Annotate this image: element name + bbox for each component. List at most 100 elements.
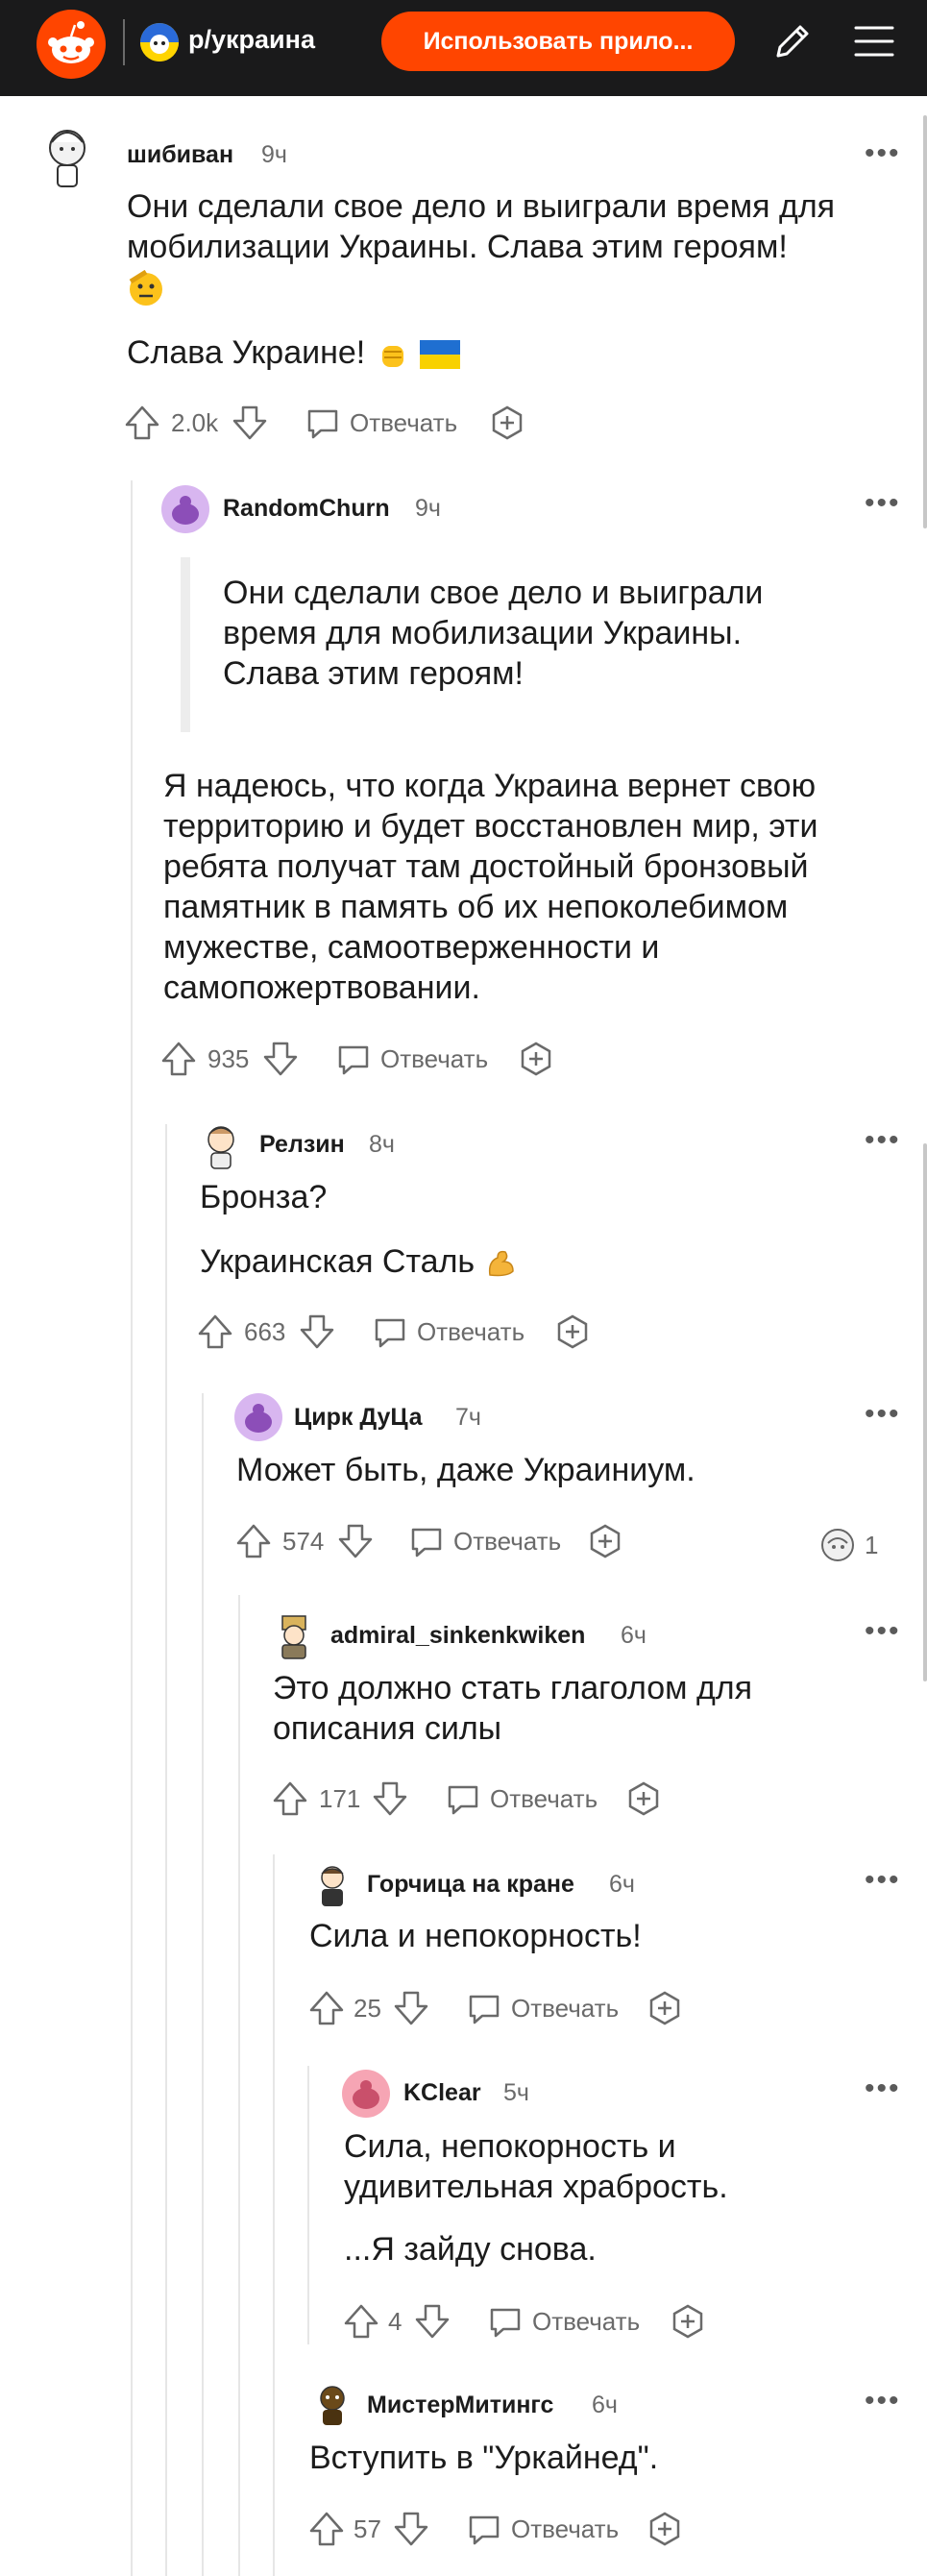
- comment-line: Слава Украине!: [127, 334, 366, 371]
- more-options-icon[interactable]: •••: [865, 2387, 901, 2416]
- upvote-icon[interactable]: [271, 1778, 309, 1820]
- reply-button[interactable]: Отвечать: [490, 1778, 598, 1820]
- upvote-icon[interactable]: [159, 1038, 198, 1080]
- more-options-icon[interactable]: •••: [865, 2074, 901, 2103]
- award-icon[interactable]: [517, 1038, 555, 1080]
- flexed-bicep-emoji: [484, 1243, 519, 1280]
- award-icon[interactable]: [669, 2300, 707, 2343]
- upvote-icon[interactable]: [196, 1311, 234, 1353]
- avatar[interactable]: [234, 1393, 282, 1441]
- comment-author[interactable]: admiral_sinkenkwiken: [330, 1622, 585, 1650]
- avatar[interactable]: [200, 1122, 242, 1170]
- vote-count: 935: [207, 1043, 250, 1073]
- hamburger-menu-icon[interactable]: [850, 17, 898, 70]
- award-icon[interactable]: [553, 1311, 592, 1353]
- vote-count: 663: [244, 1316, 286, 1346]
- scrollbar-thumb[interactable]: [923, 1143, 927, 1681]
- reply-icon[interactable]: [371, 1311, 409, 1353]
- award-icon[interactable]: [488, 402, 526, 444]
- comment-line: территорию и будет восстановлен мир, эти: [163, 808, 818, 845]
- comment-time: 6ч: [609, 1871, 635, 1898]
- vote-count: 57: [354, 2514, 381, 2543]
- avatar[interactable]: [42, 123, 92, 192]
- award-icon[interactable]: [646, 2508, 684, 2550]
- open-app-button[interactable]: Использовать прило...: [381, 12, 735, 71]
- thread-line[interactable]: [165, 1124, 167, 2576]
- subreddit-name[interactable]: р/украина: [188, 25, 315, 55]
- reply-button[interactable]: Отвечать: [511, 1987, 619, 2029]
- award-icon[interactable]: [646, 1987, 684, 2029]
- upvote-icon[interactable]: [234, 1520, 273, 1562]
- thread-line[interactable]: [307, 2066, 309, 2344]
- thread-line[interactable]: [202, 1393, 204, 2576]
- avatar[interactable]: [275, 1612, 313, 1660]
- comment-body: Может быть, даже Украиниум.: [236, 1452, 695, 1488]
- pencil-icon[interactable]: [768, 17, 817, 70]
- downvote-icon[interactable]: [336, 1520, 375, 1562]
- upvote-icon[interactable]: [307, 1987, 346, 2029]
- reply-button[interactable]: Отвечать: [532, 2300, 640, 2343]
- avatar[interactable]: [342, 2070, 390, 2118]
- vote-count: 4: [388, 2306, 403, 2336]
- award-icon[interactable]: [624, 1778, 663, 1820]
- comment-author[interactable]: KClear: [403, 2079, 481, 2107]
- reply-icon[interactable]: [334, 1038, 373, 1080]
- upvote-icon[interactable]: [342, 2300, 380, 2343]
- comment-line: Они сделали свое дело и выиграли время д…: [127, 188, 836, 225]
- comment-author[interactable]: Релзин: [259, 1131, 345, 1159]
- award-icon[interactable]: [586, 1520, 624, 1562]
- reply-button[interactable]: Отвечать: [350, 402, 457, 444]
- reply-button[interactable]: Отвечать: [417, 1311, 524, 1353]
- top-bar: р/украина Использовать прило...: [0, 0, 927, 96]
- comment-body: Сила, непокорность и удивительная храбро…: [344, 2126, 728, 2207]
- reply-icon[interactable]: [304, 402, 342, 444]
- comment-line: ребята получат там достойный бронзовый: [163, 848, 809, 885]
- downvote-icon[interactable]: [392, 1987, 430, 2029]
- comment-line: Я надеюсь, что когда Украина вернет свою: [163, 768, 817, 804]
- comment-actions: 2.0k Отвечать: [123, 402, 536, 444]
- downvote-icon[interactable]: [413, 2300, 451, 2343]
- avatar[interactable]: [313, 2381, 352, 2429]
- reply-icon[interactable]: [465, 2508, 503, 2550]
- thread-line[interactable]: [131, 480, 133, 2576]
- reply-button[interactable]: Отвечать: [380, 1038, 488, 1080]
- comment-author[interactable]: МистерМитингс: [367, 2392, 553, 2419]
- downvote-icon[interactable]: [261, 1038, 300, 1080]
- more-options-icon[interactable]: •••: [865, 1866, 901, 1895]
- reply-icon[interactable]: [407, 1520, 446, 1562]
- thread-line[interactable]: [238, 1595, 240, 2576]
- comment-line: Сила, непокорность и: [344, 2128, 676, 2165]
- avatar[interactable]: [313, 1862, 352, 1910]
- more-options-icon[interactable]: •••: [865, 1126, 901, 1155]
- reply-button[interactable]: Отвечать: [453, 1520, 561, 1562]
- reply-icon[interactable]: [486, 2300, 524, 2343]
- more-options-icon[interactable]: •••: [865, 489, 901, 518]
- comment-author[interactable]: Цирк ДуЦа: [294, 1404, 422, 1432]
- downvote-icon[interactable]: [392, 2508, 430, 2550]
- scrollbar[interactable]: [923, 115, 927, 528]
- reddit-logo-icon[interactable]: [37, 10, 106, 79]
- subreddit-icon[interactable]: [140, 23, 179, 61]
- award-count: 1: [865, 1530, 879, 1559]
- comment-author[interactable]: RandomChurn: [223, 495, 390, 523]
- award-badge-icon[interactable]: [818, 1524, 859, 1566]
- reply-icon[interactable]: [465, 1987, 503, 2029]
- avatar[interactable]: [161, 485, 209, 533]
- reply-icon[interactable]: [444, 1778, 482, 1820]
- downvote-icon[interactable]: [298, 1311, 336, 1353]
- vote-count: 25: [354, 1993, 381, 2023]
- more-options-icon[interactable]: •••: [865, 1617, 901, 1646]
- downvote-icon[interactable]: [371, 1778, 409, 1820]
- comment-line: памятник в память об их непоколебимом: [163, 889, 789, 925]
- upvote-icon[interactable]: [307, 2508, 346, 2550]
- comment-actions: 663 Отвечать: [196, 1311, 609, 1353]
- comment-author[interactable]: шибиван: [127, 141, 233, 169]
- thread-line[interactable]: [273, 1854, 275, 2576]
- comment-author[interactable]: Горчица на кране: [367, 1871, 574, 1899]
- upvote-icon[interactable]: [123, 402, 161, 444]
- reply-button[interactable]: Отвечать: [511, 2508, 619, 2550]
- downvote-icon[interactable]: [231, 402, 269, 444]
- more-options-icon[interactable]: •••: [865, 139, 901, 168]
- comment-actions: 171 Отвечать: [271, 1778, 684, 1820]
- more-options-icon[interactable]: •••: [865, 1400, 901, 1429]
